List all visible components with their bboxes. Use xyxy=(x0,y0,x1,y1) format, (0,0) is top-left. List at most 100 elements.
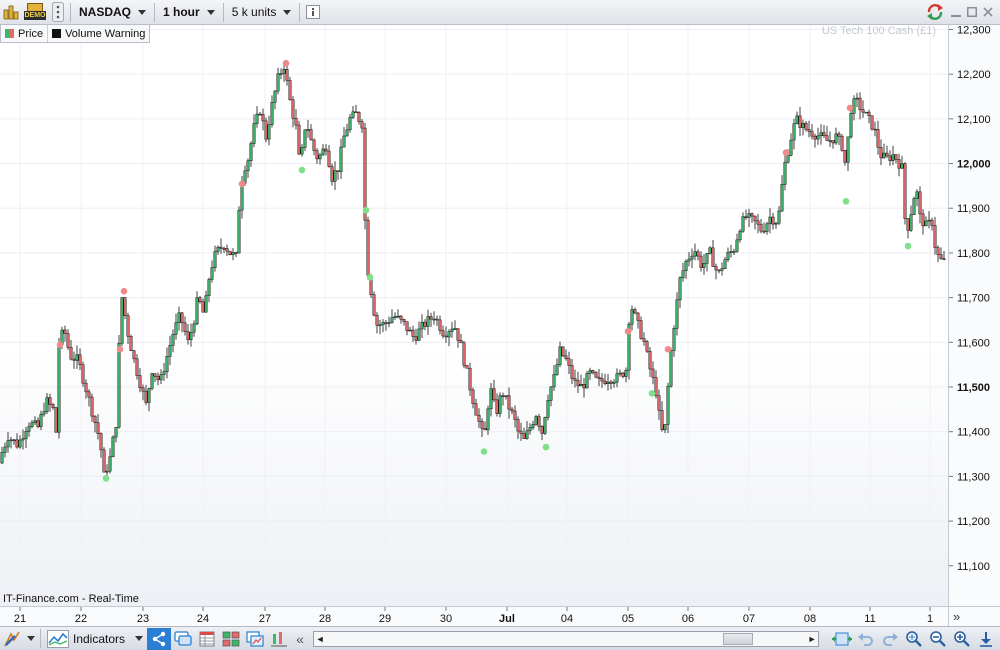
candle-up xyxy=(606,381,610,385)
candle-up xyxy=(528,427,532,432)
candle-up xyxy=(669,350,673,387)
candle-up xyxy=(192,323,196,333)
candle-down xyxy=(93,415,97,423)
candle-up xyxy=(489,388,493,410)
candle-down xyxy=(285,69,289,81)
timeframe-dropdown[interactable]: 1 hour xyxy=(157,2,221,23)
price-axis[interactable]: 12,300 12,200 12,100 12,000 11,900 11,800 11,7… xyxy=(948,25,1000,606)
indicators-button[interactable]: Indicators xyxy=(43,628,147,650)
candle-up xyxy=(705,253,709,264)
close-icon[interactable] xyxy=(980,4,996,20)
candle-up xyxy=(486,408,490,431)
volume-warning-marker-low xyxy=(542,443,550,451)
candle-down xyxy=(564,355,568,359)
candle-up xyxy=(618,372,622,375)
time-axis[interactable]: 21 22 23 24 27 28 29 30 Jul 04 05 06 07 08 11 1 xyxy=(0,606,948,626)
legend-item-volume-warning[interactable]: Volume Warning xyxy=(48,25,149,42)
candle-up xyxy=(210,267,214,280)
legend-item-price[interactable]: Price xyxy=(1,25,49,42)
candle-down xyxy=(78,354,82,365)
zoom-in-icon[interactable] xyxy=(950,628,974,650)
minimize-icon[interactable] xyxy=(948,4,964,20)
candle-down xyxy=(936,247,940,255)
candle-down xyxy=(873,128,877,131)
bottom-toolbar: Indicators « ◄ ► xyxy=(0,626,1000,650)
candle-up xyxy=(555,364,559,375)
x-tick-label: 08 xyxy=(804,613,816,625)
candle-up xyxy=(690,255,694,260)
candle-down xyxy=(513,410,517,420)
pencil-draw-icon[interactable] xyxy=(0,628,24,650)
window-chart-icon[interactable] xyxy=(243,628,267,650)
chevron-down-icon xyxy=(138,9,147,15)
candle-down xyxy=(714,266,718,271)
candle-down xyxy=(468,368,472,391)
volume-warning-marker-low xyxy=(480,448,488,455)
candle-up xyxy=(150,373,154,389)
candle-up xyxy=(3,446,7,453)
legend-label: Volume Warning xyxy=(65,27,146,40)
history-scrollbar[interactable]: ◄ ► xyxy=(313,630,820,647)
candle-up xyxy=(909,214,913,231)
candle-down xyxy=(597,376,601,379)
scroll-right-icon[interactable]: ► xyxy=(806,632,818,646)
candle-up xyxy=(663,424,667,431)
candle-down xyxy=(633,309,637,314)
data-table-icon[interactable] xyxy=(195,628,219,650)
draw-menu-chevron-down-icon[interactable] xyxy=(24,628,38,650)
zoom-fit-icon[interactable] xyxy=(902,628,926,650)
candle-down xyxy=(201,301,205,313)
candle-up xyxy=(450,328,454,332)
maximize-icon[interactable] xyxy=(964,4,980,20)
volume-warning-marker-high xyxy=(624,328,632,335)
candle-down xyxy=(903,163,907,219)
x-tick-label: 23 xyxy=(137,613,149,625)
chart-settings-icon[interactable] xyxy=(267,628,291,650)
demo-label: DEMO xyxy=(24,11,46,20)
candle-up xyxy=(207,279,211,296)
instrument-dropdown[interactable]: NASDAQ xyxy=(73,2,152,23)
more-options-icon[interactable] xyxy=(48,0,68,25)
autoscale-icon[interactable] xyxy=(830,628,854,650)
scroll-to-latest-button[interactable]: » xyxy=(948,606,1000,626)
x-tick-label: 27 xyxy=(259,613,271,625)
candle-down xyxy=(81,364,85,384)
refresh-icon[interactable] xyxy=(922,0,948,25)
share-icon[interactable] xyxy=(147,627,172,650)
info-icon[interactable] xyxy=(302,0,324,25)
volume-warning-marker-high xyxy=(846,104,854,112)
candle-up xyxy=(630,309,634,325)
drawing-tools-icon[interactable] xyxy=(0,0,22,25)
candle-up xyxy=(177,312,181,323)
size-dropdown[interactable]: 5 k units xyxy=(226,2,298,23)
price-chart-svg[interactable] xyxy=(0,25,948,606)
candle-down xyxy=(405,321,409,332)
candle-up xyxy=(819,132,823,137)
candle-down xyxy=(876,129,880,148)
candle-up xyxy=(786,154,790,163)
x-tick-label: 22 xyxy=(75,613,87,625)
candle-up xyxy=(333,170,337,182)
scrollbar-track[interactable] xyxy=(326,632,806,646)
chat-icon[interactable] xyxy=(171,628,195,650)
candle-up xyxy=(345,129,349,137)
undo-icon[interactable] xyxy=(854,628,878,650)
double-chevron-left-icon[interactable]: « xyxy=(291,628,309,650)
candle-down xyxy=(483,428,487,431)
scrollbar-thumb[interactable] xyxy=(723,632,754,645)
candle-up xyxy=(735,239,739,252)
x-tick-label: 04 xyxy=(561,613,573,625)
multi-chart-icon[interactable] xyxy=(219,628,243,650)
candle-up xyxy=(378,324,382,327)
zoom-out-icon[interactable] xyxy=(926,628,950,650)
redo-icon[interactable] xyxy=(878,628,902,650)
candle-down xyxy=(99,433,103,451)
candle-down xyxy=(198,297,202,302)
candle-up xyxy=(666,385,670,425)
y-tick-label: 11,300 xyxy=(957,471,990,483)
candle-down xyxy=(222,247,226,250)
price-chart[interactable]: US Tech 100 Cash (£1) IT-Finance.com - R… xyxy=(0,25,948,606)
scroll-left-icon[interactable]: ◄ xyxy=(314,632,326,646)
demo-account-icon[interactable]: DEMO xyxy=(22,0,48,25)
collapse-panel-icon[interactable] xyxy=(974,628,998,650)
